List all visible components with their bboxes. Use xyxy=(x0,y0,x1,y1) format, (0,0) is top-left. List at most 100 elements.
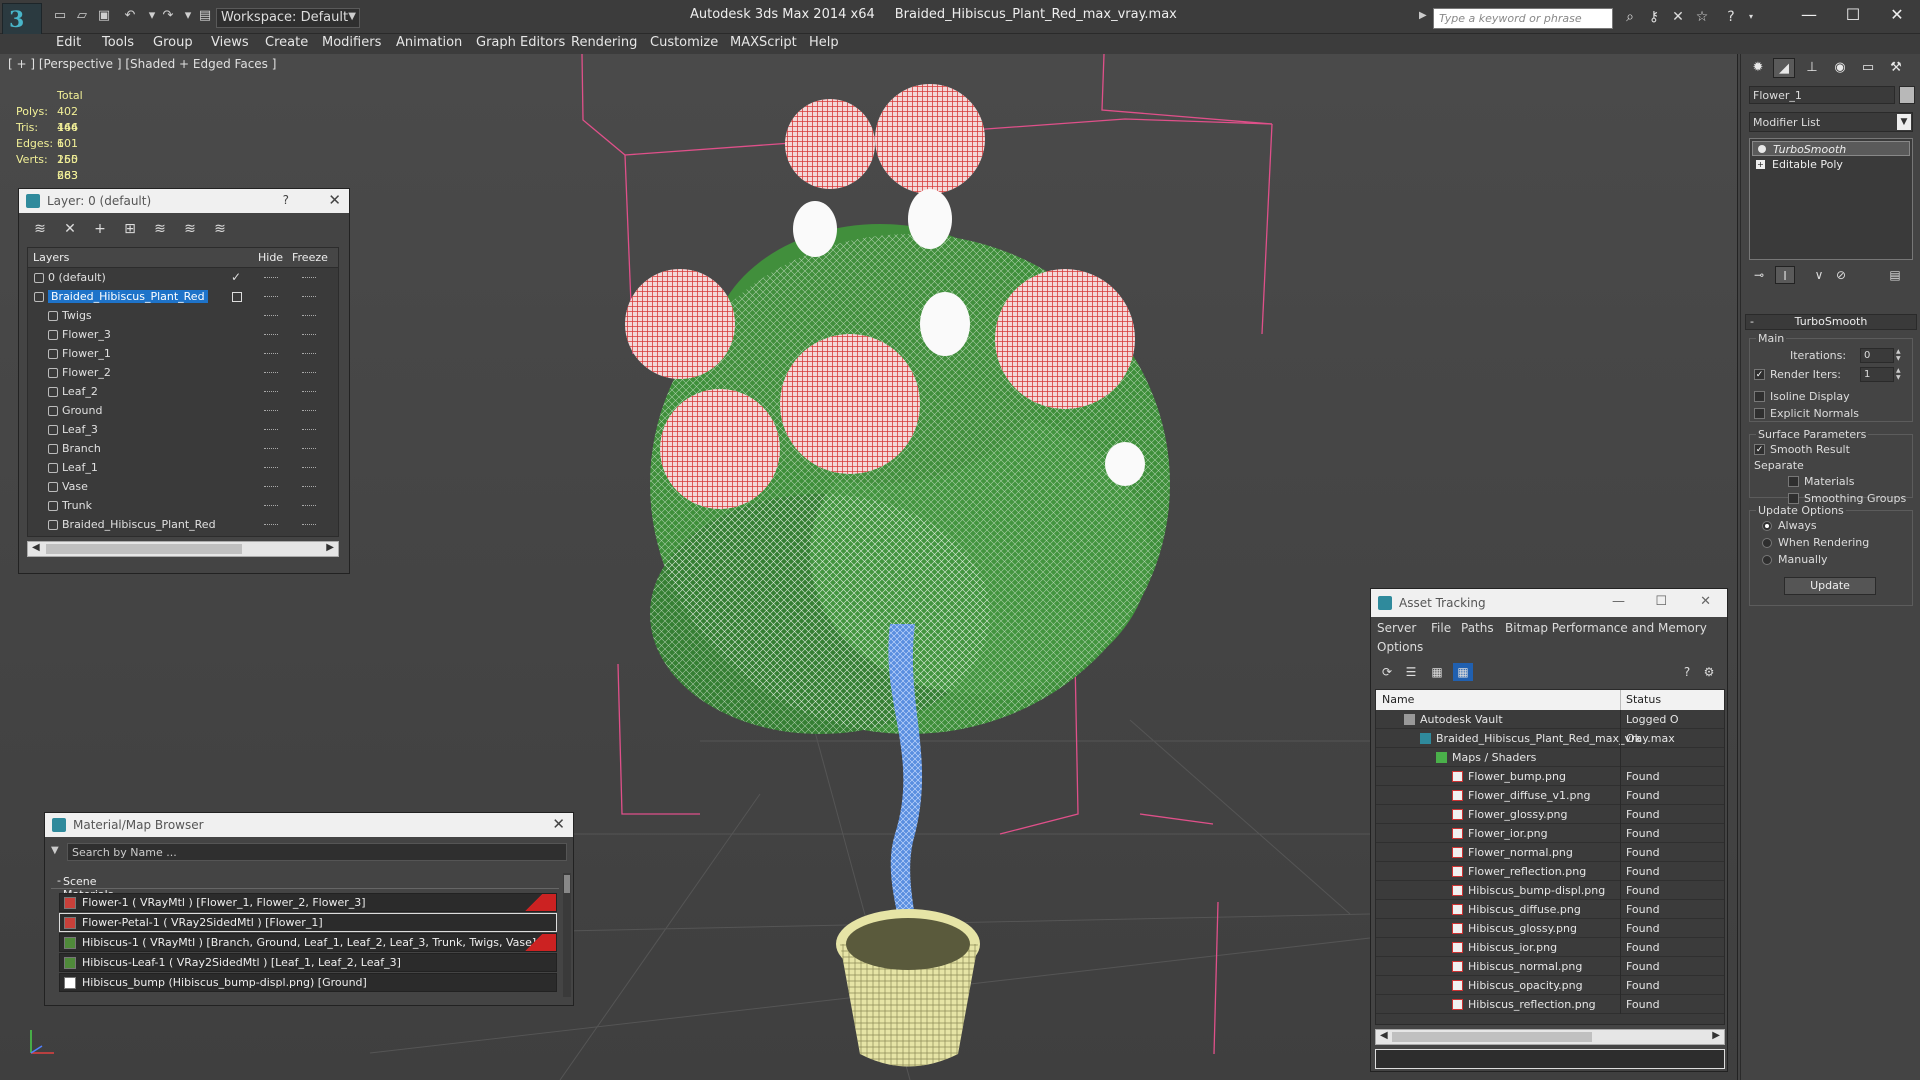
material-browser-titlebar[interactable]: Material/Map Browser ✕ xyxy=(45,813,573,837)
redo-icon[interactable]: ↷ xyxy=(160,9,176,23)
asset-row[interactable]: Flower_normal.png Found xyxy=(1376,843,1724,862)
display-tab-icon[interactable]: ▭ xyxy=(1857,58,1879,78)
freeze-toggle[interactable] xyxy=(302,353,316,355)
spinner-arrows-icon[interactable]: ▲ ▼ xyxy=(1896,348,1904,363)
workspace-dropdown[interactable]: Workspace: Default ▼ xyxy=(216,8,360,28)
scroll-right-icon[interactable]: ▶ xyxy=(1712,1030,1720,1041)
render-iters-checkbox[interactable]: ✓ xyxy=(1754,369,1765,380)
layer-window-titlebar[interactable]: Layer: 0 (default) ? ✕ xyxy=(19,189,349,213)
menu-help[interactable]: Help xyxy=(809,35,839,50)
remove-modifier-icon[interactable]: ⊘ xyxy=(1831,266,1851,284)
asset-row[interactable]: Hibiscus_opacity.png Found xyxy=(1376,976,1724,995)
asset-row[interactable]: Autodesk Vault Logged O xyxy=(1376,710,1724,729)
update-button[interactable]: Update xyxy=(1784,577,1876,595)
favorites-star-icon[interactable]: ☆ xyxy=(1693,9,1711,25)
app-menu-button[interactable]: 3 xyxy=(2,3,42,37)
layer-object-row[interactable]: Trunk xyxy=(28,497,338,516)
hide-toggle[interactable] xyxy=(264,448,278,450)
help-dropdown-icon[interactable]: ▾ xyxy=(1742,9,1760,25)
close-icon[interactable]: ✕ xyxy=(552,815,565,833)
settings-icon[interactable]: ⚙ xyxy=(1699,663,1719,681)
freeze-toggle[interactable] xyxy=(302,410,316,412)
scrollbar-thumb[interactable] xyxy=(564,875,570,893)
minimize-icon[interactable]: — xyxy=(1786,0,1832,32)
manually-radio[interactable] xyxy=(1762,555,1772,565)
materials-checkbox[interactable] xyxy=(1788,476,1799,487)
freeze-toggle[interactable] xyxy=(302,467,316,469)
create-tab-icon[interactable]: ✹ xyxy=(1747,58,1769,78)
asset-row[interactable]: Flower_reflection.png Found xyxy=(1376,862,1724,881)
hide-toggle[interactable] xyxy=(264,505,278,507)
vertical-scrollbar[interactable] xyxy=(563,873,571,997)
hide-toggle[interactable] xyxy=(264,391,278,393)
menu-tools[interactable]: Tools xyxy=(102,35,134,50)
scroll-right-icon[interactable]: ▶ xyxy=(326,542,334,553)
menu-animation[interactable]: Animation xyxy=(396,35,462,50)
highlight-layer-icon[interactable]: ≋ xyxy=(149,219,171,239)
material-item[interactable]: Flower-Petal-1 ( VRay2SidedMtl ) [Flower… xyxy=(59,913,557,932)
layer-object-row[interactable]: Flower_3 xyxy=(28,326,338,345)
hide-toggle[interactable] xyxy=(264,410,278,412)
hide-column-header[interactable]: Hide xyxy=(258,251,283,264)
layer-row[interactable]: 0 (default) ✓ xyxy=(28,269,338,288)
asset-row[interactable]: Hibiscus_ior.png Found xyxy=(1376,938,1724,957)
menu-create[interactable]: Create xyxy=(265,35,308,50)
hide-toggle[interactable] xyxy=(264,353,278,355)
name-column-header[interactable]: Name xyxy=(1382,693,1414,706)
freeze-toggle[interactable] xyxy=(302,486,316,488)
freeze-toggle[interactable] xyxy=(302,448,316,450)
menu-graph-editors[interactable]: Graph Editors xyxy=(476,35,565,50)
list-view-icon[interactable]: ☰ xyxy=(1401,663,1421,681)
scroll-left-icon[interactable]: ◀ xyxy=(32,542,40,553)
help-icon[interactable]: ? xyxy=(1722,9,1740,25)
undo-icon[interactable]: ↶ xyxy=(122,9,138,23)
stack-item-editable-poly[interactable]: + Editable Poly xyxy=(1752,157,1910,172)
modify-tab-icon[interactable]: ◢ xyxy=(1773,58,1795,78)
set-current-layer-box[interactable] xyxy=(232,292,242,302)
freeze-toggle[interactable] xyxy=(302,391,316,393)
stack-item-turbosmooth[interactable]: TurboSmooth xyxy=(1752,141,1910,156)
layer-object-row[interactable]: Leaf_1 xyxy=(28,459,338,478)
freeze-toggle[interactable] xyxy=(302,277,316,279)
pin-stack-icon[interactable]: ⊸ xyxy=(1749,266,1769,284)
close-icon[interactable]: ✕ xyxy=(328,191,341,209)
menu-maxscript[interactable]: MAXScript xyxy=(730,35,797,50)
asset-row[interactable]: Flower_diffuse_v1.png Found xyxy=(1376,786,1724,805)
freeze-toggle[interactable] xyxy=(302,372,316,374)
freeze-toggle[interactable] xyxy=(302,505,316,507)
project-folder-icon[interactable]: ▤ xyxy=(197,9,213,23)
material-item[interactable]: Hibiscus-Leaf-1 ( VRay2SidedMtl ) [Leaf_… xyxy=(59,953,557,972)
material-item[interactable]: Flower-1 ( VRayMtl ) [Flower_1, Flower_2… xyxy=(59,893,557,912)
asset-row[interactable]: Maps / Shaders xyxy=(1376,748,1724,767)
freeze-toggle[interactable] xyxy=(302,429,316,431)
object-name-field[interactable]: Flower_1 xyxy=(1749,86,1895,104)
filter-dropdown-icon[interactable]: ▼ xyxy=(51,845,59,856)
layer-object-row[interactable]: Twigs xyxy=(28,307,338,326)
refresh-icon[interactable]: ⟳ xyxy=(1377,663,1397,681)
isoline-display-checkbox[interactable] xyxy=(1754,391,1765,402)
menu-paths[interactable]: Paths xyxy=(1461,621,1494,635)
current-layer-check-icon[interactable]: ✓ xyxy=(231,270,241,284)
hide-toggle[interactable] xyxy=(264,429,278,431)
freeze-all-layers-icon[interactable]: ≋ xyxy=(209,219,231,239)
add-to-layer-icon[interactable]: + xyxy=(89,219,111,239)
menu-edit[interactable]: Edit xyxy=(56,35,81,50)
horizontal-scrollbar[interactable]: ◀ ▶ xyxy=(27,541,339,557)
hide-toggle[interactable] xyxy=(264,467,278,469)
smooth-result-checkbox[interactable]: ✓ xyxy=(1754,444,1765,455)
hide-toggle[interactable] xyxy=(264,315,278,317)
menu-file[interactable]: File xyxy=(1431,621,1451,635)
hierarchy-tab-icon[interactable]: ⊥ xyxy=(1801,58,1823,78)
table-view-icon[interactable]: ▦ xyxy=(1453,663,1473,681)
close-icon[interactable]: ✕ xyxy=(1700,594,1711,609)
new-file-icon[interactable]: ▭ xyxy=(52,9,68,23)
scroll-left-icon[interactable]: ◀ xyxy=(1380,1030,1388,1041)
key-icon[interactable]: ⚷ xyxy=(1645,9,1663,25)
close-icon[interactable]: ✕ xyxy=(1874,0,1920,32)
asset-row[interactable]: Flower_bump.png Found xyxy=(1376,767,1724,786)
redo-dropdown-icon[interactable]: ▾ xyxy=(180,9,196,23)
asset-row[interactable]: Flower_glossy.png Found xyxy=(1376,805,1724,824)
smoothing-groups-checkbox[interactable] xyxy=(1788,493,1799,504)
select-objects-icon[interactable]: ⊞ xyxy=(119,219,141,239)
hide-toggle[interactable] xyxy=(264,486,278,488)
